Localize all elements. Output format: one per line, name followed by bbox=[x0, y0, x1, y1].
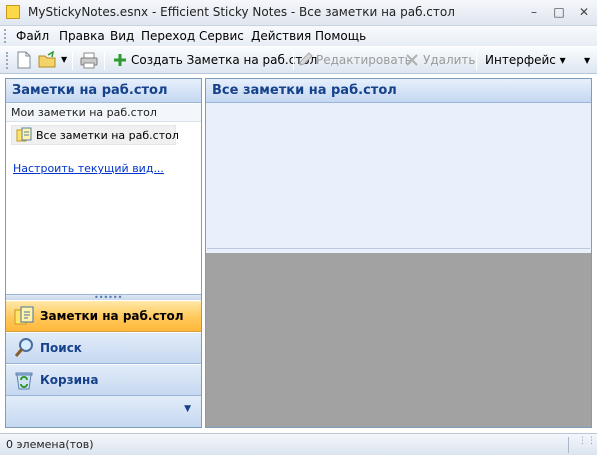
open-folder-icon[interactable] bbox=[38, 51, 58, 69]
window-title: MyStickyNotes.esnx - Efficient Sticky No… bbox=[28, 5, 455, 19]
nav-overflow-bar: ▼ bbox=[6, 396, 201, 427]
delete-button[interactable]: Удалить bbox=[423, 53, 476, 67]
menu-actions[interactable]: Действия bbox=[251, 29, 311, 43]
resize-grip-icon[interactable]: ⋮⋮ bbox=[578, 437, 596, 446]
maximize-icon: □ bbox=[553, 5, 565, 19]
sticky-notes-icon bbox=[14, 306, 34, 325]
navigation-pane: Заметки на раб.стол Мои заметки на раб.с… bbox=[5, 78, 202, 428]
toolbar-overflow-icon[interactable]: ▼ bbox=[584, 56, 590, 65]
close-icon: ✕ bbox=[578, 5, 590, 19]
nav-button-label: Заметки на раб.стол bbox=[40, 309, 184, 323]
nav-button-recycle-bin[interactable]: Корзина bbox=[6, 365, 201, 396]
notes-view-header: Все заметки на раб.стол bbox=[206, 79, 591, 103]
add-icon bbox=[114, 54, 126, 66]
folder-item-label: Все заметки на раб.стол bbox=[36, 129, 179, 142]
minimize-button[interactable]: – bbox=[525, 3, 543, 21]
menu-view[interactable]: Вид bbox=[110, 29, 134, 43]
nav-button-label: Корзина bbox=[40, 373, 99, 387]
toolbar-grip[interactable] bbox=[6, 52, 9, 69]
interface-dropdown[interactable]: Интерфейс ▾ bbox=[485, 53, 566, 67]
magnifier-icon bbox=[14, 338, 33, 357]
toolbar-separator bbox=[104, 51, 105, 70]
minimize-icon: – bbox=[531, 5, 537, 19]
sticky-notes-icon bbox=[16, 127, 32, 142]
recycle-bin-icon bbox=[15, 372, 33, 390]
configure-buttons-icon[interactable]: ▼ bbox=[184, 404, 191, 414]
navigation-header-title: Заметки на раб.стол bbox=[12, 83, 168, 98]
folder-group-label: Мои заметки на раб.стол bbox=[11, 106, 157, 119]
item-count: 0 элемена(тов) bbox=[6, 438, 94, 451]
menu-tools[interactable]: Сервис bbox=[199, 29, 244, 43]
title-bar: MyStickyNotes.esnx - Efficient Sticky No… bbox=[0, 0, 597, 26]
menu-edit[interactable]: Правка bbox=[59, 29, 105, 43]
open-dropdown-icon[interactable]: ▼ bbox=[61, 55, 67, 64]
menu-file[interactable]: Файл bbox=[16, 29, 49, 43]
customize-view-link[interactable]: Настроить текущий вид... bbox=[13, 162, 164, 175]
close-button[interactable]: ✕ bbox=[575, 3, 593, 21]
menu-go[interactable]: Переход bbox=[141, 29, 195, 43]
notes-list[interactable] bbox=[207, 104, 590, 249]
notes-view: Все заметки на раб.стол bbox=[205, 78, 592, 428]
toolbar-separator bbox=[293, 51, 294, 70]
new-document-icon[interactable] bbox=[17, 51, 31, 69]
notes-view-title: Все заметки на раб.стол bbox=[212, 83, 397, 98]
edit-button[interactable]: Редактировать bbox=[316, 53, 412, 67]
delete-icon bbox=[406, 54, 418, 66]
toolbar: ▼ Создать Заметка на раб.стол Редактиров… bbox=[0, 47, 597, 74]
status-divider bbox=[568, 437, 569, 453]
menu-bar: Файл Правка Вид Переход Сервис Действия … bbox=[0, 26, 597, 46]
toolbar-separator bbox=[476, 51, 477, 70]
pane-splitter[interactable]: •••••• bbox=[6, 294, 201, 302]
navigation-header: Заметки на раб.стол bbox=[6, 79, 201, 103]
print-icon[interactable] bbox=[80, 51, 98, 69]
edit-icon bbox=[299, 52, 313, 66]
toolbar-separator bbox=[72, 51, 73, 70]
nav-button-desktop-notes[interactable]: Заметки на раб.стол bbox=[6, 301, 201, 332]
nav-button-search[interactable]: Поиск bbox=[6, 333, 201, 364]
status-bar: 0 элемена(тов) ⋮⋮ bbox=[0, 433, 597, 455]
nav-button-label: Поиск bbox=[40, 341, 82, 355]
note-preview-area bbox=[206, 253, 591, 427]
maximize-button[interactable]: □ bbox=[550, 3, 568, 21]
folder-group-header: Мои заметки на раб.стол bbox=[6, 104, 201, 122]
menu-grip[interactable] bbox=[4, 29, 7, 43]
create-note-button[interactable]: Создать Заметка на раб.стол bbox=[131, 53, 317, 67]
app-icon bbox=[6, 5, 20, 19]
folder-item-all-notes[interactable]: Все заметки на раб.стол bbox=[11, 125, 179, 145]
menu-help[interactable]: Помощь bbox=[315, 29, 366, 43]
